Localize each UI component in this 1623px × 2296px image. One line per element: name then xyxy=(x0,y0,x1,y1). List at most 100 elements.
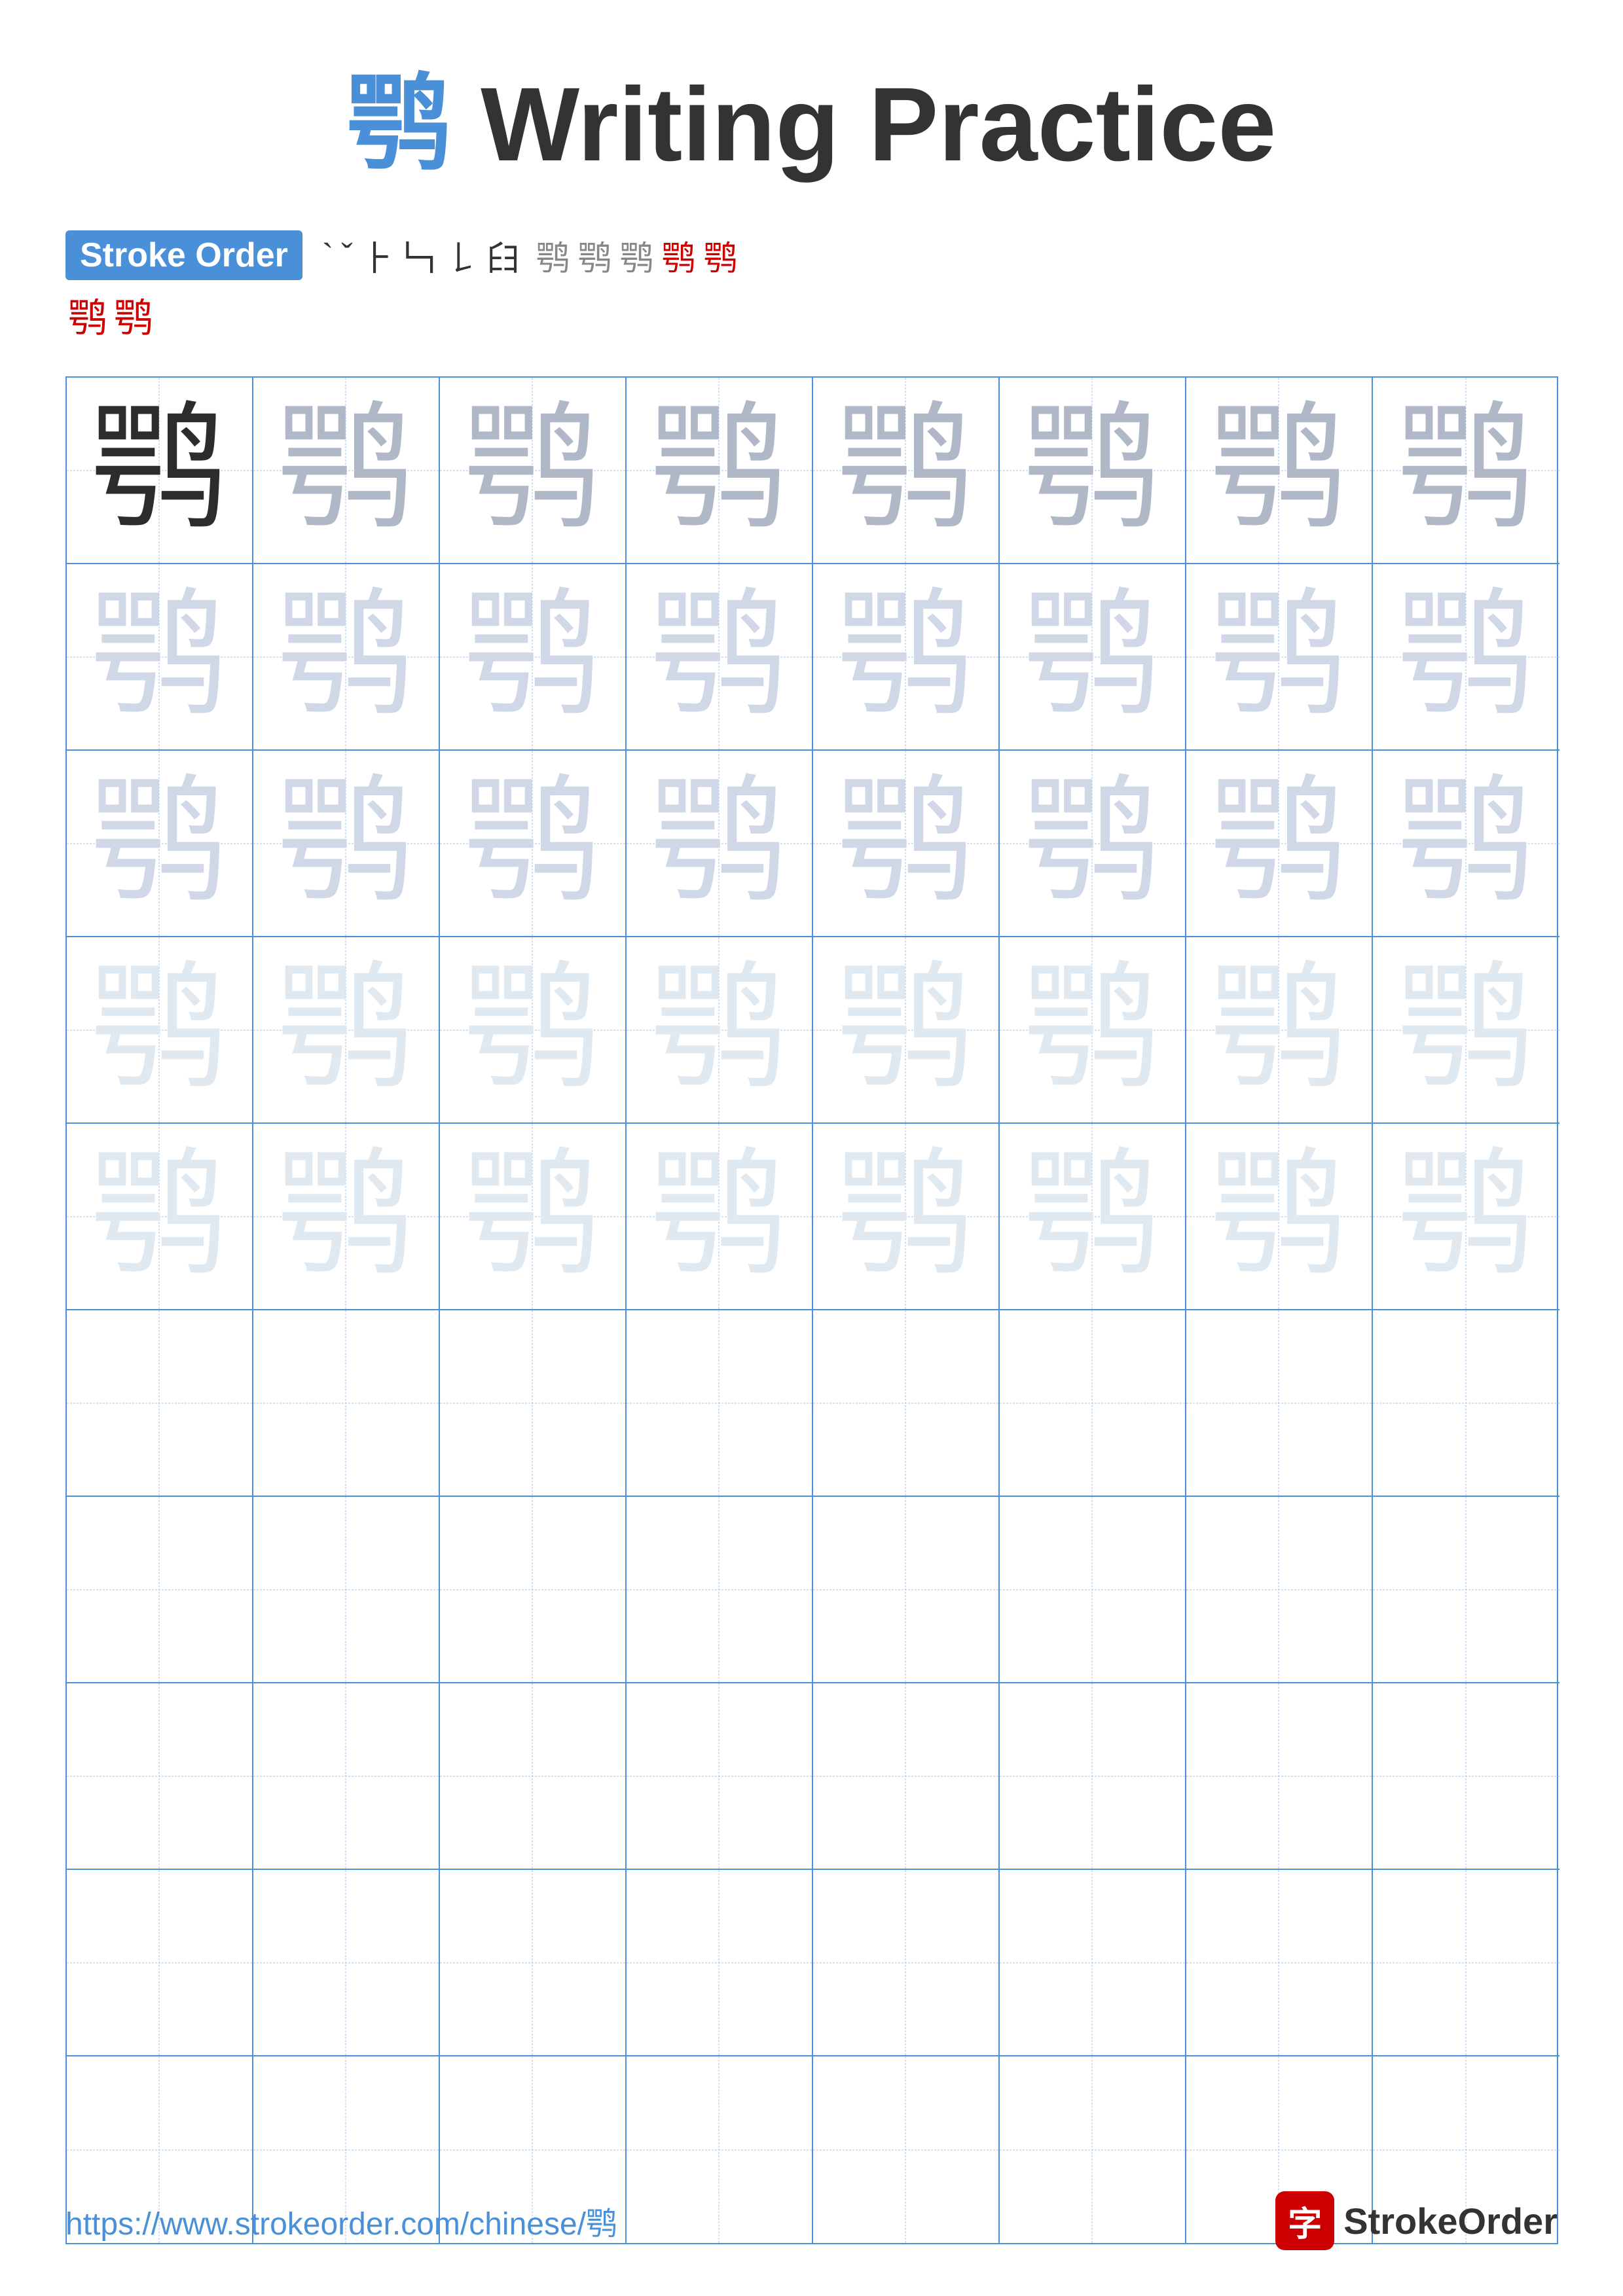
grid-cell-3-6[interactable]: 鹗 xyxy=(1000,751,1186,937)
grid-cell-7-4[interactable] xyxy=(627,1497,813,1683)
cell-char: 鹗 xyxy=(1210,402,1347,539)
cell-char: 鹗 xyxy=(650,588,788,726)
cell-char: 鹗 xyxy=(1397,588,1535,726)
grid-cell-7-1[interactable] xyxy=(67,1497,253,1683)
footer: https://www.strokeorder.com/chinese/鹗 字 … xyxy=(65,2191,1558,2250)
grid-cell-3-8[interactable]: 鹗 xyxy=(1373,751,1559,937)
grid-cell-7-7[interactable] xyxy=(1186,1497,1373,1683)
grid-cell-8-6[interactable] xyxy=(1000,1683,1186,1870)
grid-cell-1-7[interactable]: 鹗 xyxy=(1186,378,1373,564)
grid-cell-9-3[interactable] xyxy=(440,1870,627,2056)
grid-cell-5-4[interactable]: 鹗 xyxy=(627,1124,813,1310)
grid-cell-6-4[interactable] xyxy=(627,1310,813,1497)
page-container: 鹗 Writing Practice Stroke Order ` ˇ ⺊ 𠃑 … xyxy=(0,0,1623,2296)
grid-cell-4-4[interactable]: 鹗 xyxy=(627,937,813,1124)
stroke-5: 𠄌 xyxy=(445,231,479,280)
grid-cell-7-2[interactable] xyxy=(253,1497,440,1683)
cell-char: 鹗 xyxy=(1210,1148,1347,1285)
grid-cell-6-2[interactable] xyxy=(253,1310,440,1497)
grid-cell-2-4[interactable]: 鹗 xyxy=(627,564,813,751)
grid-cell-1-3[interactable]: 鹗 xyxy=(440,378,627,564)
grid-cell-2-7[interactable]: 鹗 xyxy=(1186,564,1373,751)
grid-cell-6-5[interactable] xyxy=(813,1310,1000,1497)
grid-cell-5-6[interactable]: 鹗 xyxy=(1000,1124,1186,1310)
cell-char: 鹗 xyxy=(650,775,788,912)
cell-char: 鹗 xyxy=(837,775,974,912)
grid-cell-8-2[interactable] xyxy=(253,1683,440,1870)
grid-row-4: 鹗 鹗 鹗 鹗 鹗 鹗 鹗 鹗 xyxy=(67,937,1557,1124)
grid-cell-3-4[interactable]: 鹗 xyxy=(627,751,813,937)
grid-cell-6-7[interactable] xyxy=(1186,1310,1373,1497)
grid-cell-4-7[interactable]: 鹗 xyxy=(1186,937,1373,1124)
title-chinese-char: 鹗 xyxy=(347,65,452,183)
grid-cell-9-2[interactable] xyxy=(253,1870,440,2056)
grid-cell-9-7[interactable] xyxy=(1186,1870,1373,2056)
grid-cell-5-2[interactable]: 鹗 xyxy=(253,1124,440,1310)
stroke-order-label: Stroke Order xyxy=(65,230,302,280)
grid-cell-9-6[interactable] xyxy=(1000,1870,1186,2056)
cell-char: 鹗 xyxy=(1023,775,1161,912)
grid-cell-2-8[interactable]: 鹗 xyxy=(1373,564,1559,751)
cell-char: 鹗 xyxy=(1210,961,1347,1099)
grid-cell-3-3[interactable]: 鹗 xyxy=(440,751,627,937)
grid-cell-4-5[interactable]: 鹗 xyxy=(813,937,1000,1124)
grid-cell-4-6[interactable]: 鹗 xyxy=(1000,937,1186,1124)
stroke-6: 𦥑 xyxy=(486,231,520,280)
grid-cell-9-1[interactable] xyxy=(67,1870,253,2056)
grid-cell-8-7[interactable] xyxy=(1186,1683,1373,1870)
grid-cell-3-2[interactable]: 鹗 xyxy=(253,751,440,937)
grid-cell-2-5[interactable]: 鹗 xyxy=(813,564,1000,751)
grid-cell-2-3[interactable]: 鹗 xyxy=(440,564,627,751)
grid-row-6 xyxy=(67,1310,1557,1497)
stroke-2: ˇ xyxy=(341,236,352,275)
grid-cell-3-5[interactable]: 鹗 xyxy=(813,751,1000,937)
grid-cell-1-6[interactable]: 鹗 xyxy=(1000,378,1186,564)
grid-cell-1-2[interactable]: 鹗 xyxy=(253,378,440,564)
grid-cell-1-8[interactable]: 鹗 xyxy=(1373,378,1559,564)
grid-cell-6-8[interactable] xyxy=(1373,1310,1559,1497)
grid-cell-6-6[interactable] xyxy=(1000,1310,1186,1497)
grid-row-2: 鹗 鹗 鹗 鹗 鹗 鹗 鹗 鹗 xyxy=(67,564,1557,751)
grid-row-1: 鹗 鹗 鹗 鹗 鹗 鹗 鹗 鹗 xyxy=(67,378,1557,564)
grid-cell-1-1[interactable]: 鹗 xyxy=(67,378,253,564)
grid-cell-7-8[interactable] xyxy=(1373,1497,1559,1683)
grid-cell-4-3[interactable]: 鹗 xyxy=(440,937,627,1124)
stroke-9: 鹗 xyxy=(578,231,612,280)
grid-cell-4-2[interactable]: 鹗 xyxy=(253,937,440,1124)
footer-logo: 字 StrokeOrder xyxy=(1275,2191,1558,2250)
stroke-8: 鹗 xyxy=(536,231,570,280)
grid-cell-9-4[interactable] xyxy=(627,1870,813,2056)
cell-char: 鹗 xyxy=(1397,961,1535,1099)
grid-cell-5-1[interactable]: 鹗 xyxy=(67,1124,253,1310)
grid-cell-5-8[interactable]: 鹗 xyxy=(1373,1124,1559,1310)
footer-url[interactable]: https://www.strokeorder.com/chinese/鹗 xyxy=(65,2198,617,2244)
grid-cell-8-3[interactable] xyxy=(440,1683,627,1870)
grid-cell-2-6[interactable]: 鹗 xyxy=(1000,564,1186,751)
grid-cell-7-5[interactable] xyxy=(813,1497,1000,1683)
grid-cell-4-8[interactable]: 鹗 xyxy=(1373,937,1559,1124)
cell-char: 鹗 xyxy=(277,1148,414,1285)
grid-cell-3-1[interactable]: 鹗 xyxy=(67,751,253,937)
cell-char: 鹗 xyxy=(90,1148,228,1285)
grid-cell-2-1[interactable]: 鹗 xyxy=(67,564,253,751)
grid-cell-2-2[interactable]: 鹗 xyxy=(253,564,440,751)
grid-cell-3-7[interactable]: 鹗 xyxy=(1186,751,1373,937)
grid-cell-1-4[interactable]: 鹗 xyxy=(627,378,813,564)
grid-row-7 xyxy=(67,1497,1557,1683)
grid-cell-9-5[interactable] xyxy=(813,1870,1000,2056)
grid-cell-5-5[interactable]: 鹗 xyxy=(813,1124,1000,1310)
grid-cell-1-5[interactable]: 鹗 xyxy=(813,378,1000,564)
grid-cell-5-3[interactable]: 鹗 xyxy=(440,1124,627,1310)
grid-cell-8-1[interactable] xyxy=(67,1683,253,1870)
grid-cell-6-1[interactable] xyxy=(67,1310,253,1497)
grid-cell-5-7[interactable]: 鹗 xyxy=(1186,1124,1373,1310)
grid-cell-7-3[interactable] xyxy=(440,1497,627,1683)
grid-cell-8-8[interactable] xyxy=(1373,1683,1559,1870)
grid-cell-7-6[interactable] xyxy=(1000,1497,1186,1683)
grid-cell-6-3[interactable] xyxy=(440,1310,627,1497)
grid-cell-9-8[interactable] xyxy=(1373,1870,1559,2056)
grid-cell-8-5[interactable] xyxy=(813,1683,1000,1870)
cell-char: 鹗 xyxy=(90,961,228,1099)
grid-cell-8-4[interactable] xyxy=(627,1683,813,1870)
grid-cell-4-1[interactable]: 鹗 xyxy=(67,937,253,1124)
